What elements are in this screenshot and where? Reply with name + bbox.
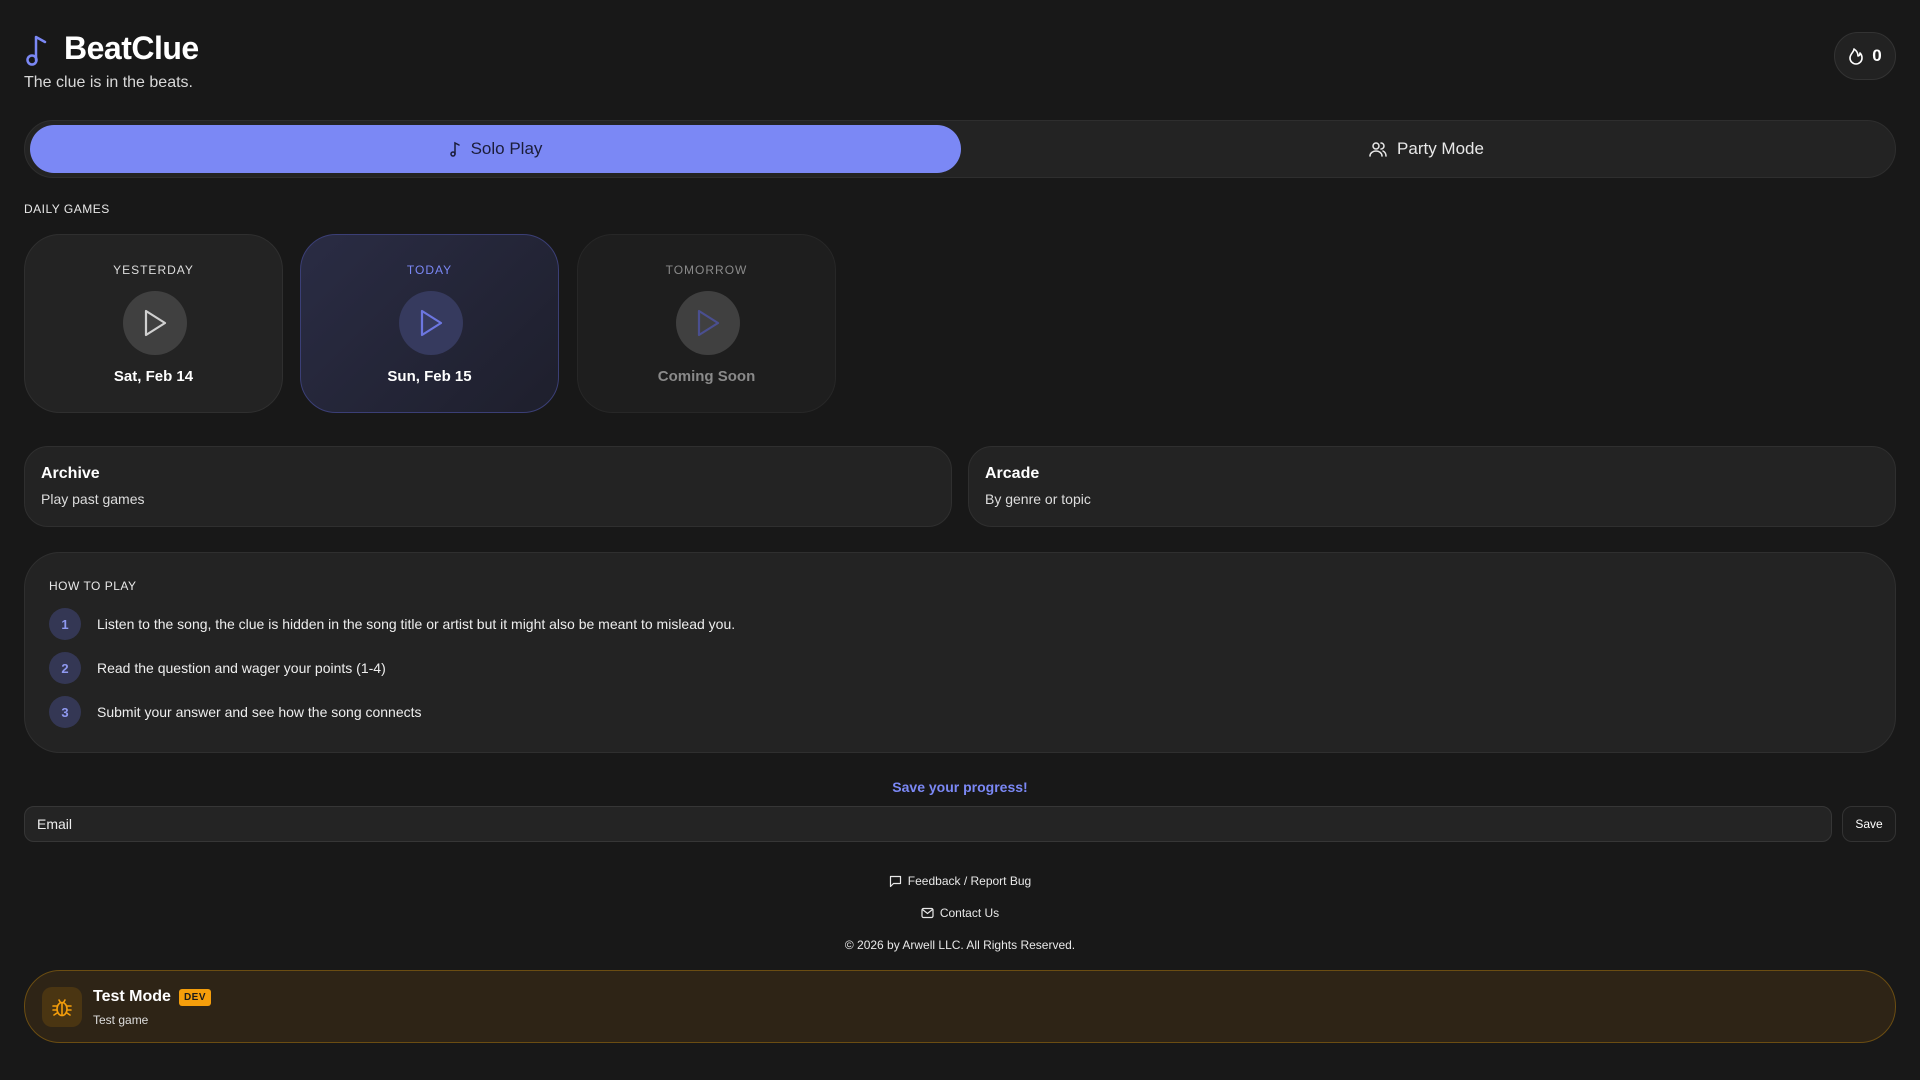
- play-button[interactable]: [399, 291, 463, 355]
- feedback-link[interactable]: Feedback / Report Bug: [0, 874, 1920, 888]
- play-button[interactable]: [123, 291, 187, 355]
- card-label: YESTERDAY: [113, 263, 194, 277]
- tab-label: Solo Play: [470, 139, 543, 158]
- card-date: Sun, Feb 15: [387, 368, 472, 385]
- tab-party-mode[interactable]: Party Mode: [961, 125, 1892, 173]
- users-icon: [1369, 142, 1387, 157]
- step-number: 1: [49, 608, 81, 640]
- card-date: Coming Soon: [657, 368, 756, 385]
- banner-title: Test Mode: [93, 988, 171, 1005]
- test-mode-banner[interactable]: Test Mode DEV Test game: [24, 970, 1896, 1043]
- archive-subtitle: Play past games: [41, 491, 145, 507]
- save-button[interactable]: Save: [1842, 806, 1896, 842]
- music-note-icon: [449, 141, 460, 157]
- archive-title: Archive: [41, 465, 100, 482]
- card-label: TOMORROW: [665, 263, 748, 277]
- arcade-subtitle: By genre or topic: [985, 491, 1091, 507]
- bug-icon: [42, 987, 82, 1027]
- save-progress-heading: Save your progress!: [892, 779, 1028, 795]
- feedback-label: Feedback / Report Bug: [907, 874, 1032, 888]
- archive-card[interactable]: Archive Play past games: [24, 446, 952, 527]
- step-item: 1 Listen to the song, the clue is hidden …: [49, 608, 735, 640]
- play-icon: [420, 309, 443, 337]
- play-icon: [697, 309, 720, 337]
- arcade-card[interactable]: Arcade By genre or topic: [968, 446, 1896, 527]
- message-icon: [889, 875, 901, 887]
- app-subtitle: The clue is in the beats.: [24, 74, 193, 91]
- step-text: Read the question and wager your points …: [97, 660, 386, 676]
- card-label: TODAY: [406, 263, 453, 277]
- tab-label: Party Mode: [1397, 139, 1484, 158]
- how-to-play-panel: HOW TO PLAY 1 Listen to the song, the clu…: [24, 552, 1896, 753]
- music-note-icon: [26, 35, 47, 66]
- daily-card-today[interactable]: TODAY Sun, Feb 15: [300, 234, 559, 413]
- daily-card-yesterday[interactable]: YESTERDAY Sat, Feb 14: [24, 234, 283, 413]
- step-number: 2: [49, 652, 81, 684]
- contact-label: Contact Us: [939, 906, 1000, 920]
- arcade-title: Arcade: [985, 465, 1040, 482]
- mail-icon: [921, 907, 934, 919]
- streak-count: 0: [1872, 46, 1882, 65]
- daily-card-tomorrow: TOMORROW Coming Soon: [577, 234, 836, 413]
- play-icon: [144, 309, 167, 337]
- contact-link[interactable]: Contact Us: [0, 906, 1920, 920]
- step-item: 3 Submit your answer and see how the song…: [49, 696, 422, 728]
- banner-subtitle: Test game: [93, 1013, 149, 1027]
- dev-badge: DEV: [178, 988, 211, 1006]
- step-item: 2 Read the question and wager your points…: [49, 652, 386, 684]
- step-text: Submit your answer and see how the song …: [97, 704, 422, 720]
- streak-badge[interactable]: 0: [1834, 32, 1896, 80]
- app-title: BeatClue: [64, 30, 199, 66]
- email-input[interactable]: [24, 806, 1832, 842]
- step-text: Listen to the song, the clue is hidden i…: [97, 616, 736, 632]
- flame-icon: [1849, 48, 1864, 65]
- card-date: Sat, Feb 14: [113, 368, 194, 385]
- play-button-disabled: [676, 291, 740, 355]
- daily-games-label: DAILY GAMES: [24, 202, 110, 216]
- copyright: © 2026 by Arwell LLC. All Rights Reserve…: [844, 938, 1076, 952]
- how-to-play-label: HOW TO PLAY: [49, 579, 137, 593]
- tab-solo-play[interactable]: Solo Play: [30, 125, 961, 173]
- mode-tabs: Solo Play Party Mode: [24, 120, 1896, 178]
- step-number: 3: [49, 696, 81, 728]
